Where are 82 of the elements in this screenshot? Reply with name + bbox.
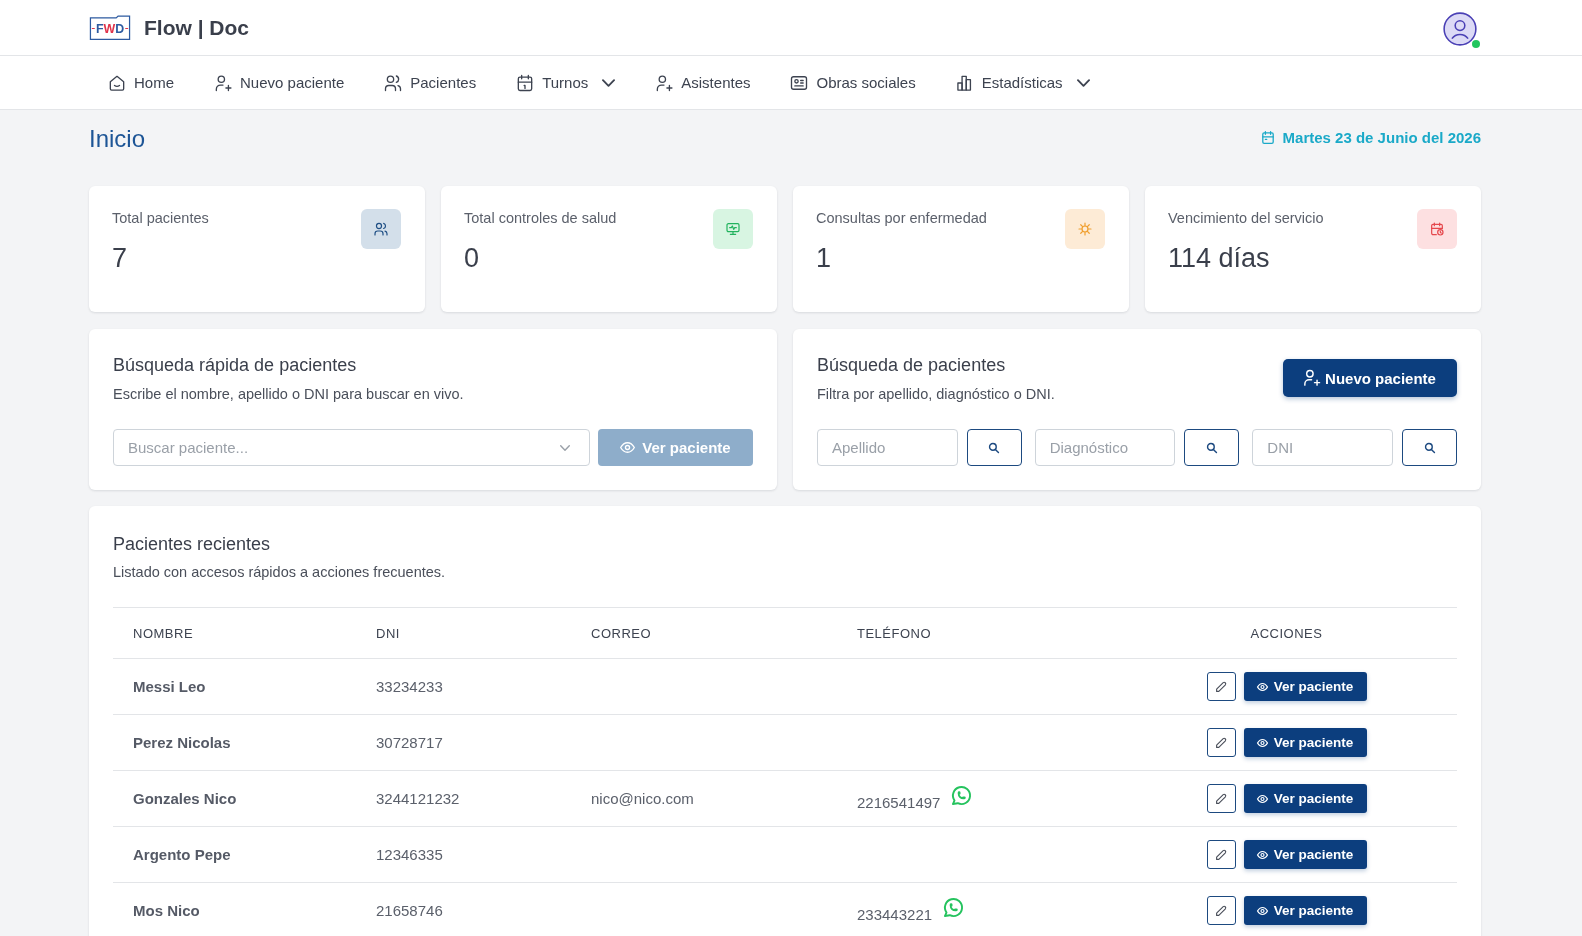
users-icon: [383, 72, 404, 93]
pencil-icon: [1216, 737, 1226, 748]
nav-link[interactable]: Turnos: [515, 72, 616, 93]
edit-button[interactable]: [1206, 840, 1236, 869]
nav-link[interactable]: Obras sociales: [789, 72, 916, 93]
user-plus-icon: [213, 72, 233, 93]
stat-value: 114 días: [1168, 242, 1270, 274]
user-plus-icon: [654, 72, 675, 93]
calendar-icon: [1261, 130, 1274, 144]
nav-link[interactable]: Asistentes: [654, 72, 751, 93]
view-patient-button[interactable]: Ver paciente: [1243, 672, 1367, 701]
search-field[interactable]: Apellido: [817, 429, 958, 466]
patient-name: Argento Pepe: [133, 846, 231, 863]
current-date: Martes 23 de Junio del 2026: [1282, 128, 1481, 146]
search-field[interactable]: Diagnóstico: [1034, 429, 1176, 466]
column-header: DNI: [376, 625, 400, 641]
nav-link[interactable]: Pacientes: [383, 72, 477, 93]
patient-name: Perez Nicolas: [133, 734, 231, 751]
brand-name: Flow | Doc: [144, 15, 250, 40]
patient-name: Gonzales Nico: [133, 790, 237, 807]
search-button[interactable]: [1402, 429, 1457, 466]
stat-label: Total controles de salud: [464, 209, 617, 227]
patient-phone: 2216541497: [857, 792, 941, 812]
patient-email: nico@nico.com: [591, 790, 694, 807]
view-patient-button[interactable]: Ver paciente: [1243, 840, 1367, 869]
eye-icon: [1256, 682, 1268, 691]
search-button[interactable]: [1184, 429, 1240, 466]
edit-button[interactable]: [1206, 728, 1236, 757]
pencil-icon: [1216, 681, 1226, 692]
patient-name: Mos Nico: [133, 902, 200, 919]
stat-value: 1: [816, 242, 832, 274]
card-title: Búsqueda de pacientes: [817, 354, 1007, 377]
nav-link[interactable]: Home: [107, 72, 174, 93]
stat-value: 0: [464, 242, 480, 274]
view-patient-button[interactable]: Ver paciente: [1243, 728, 1367, 757]
patient-name: Messi Leo: [133, 678, 206, 695]
user-avatar-icon[interactable]: [1443, 11, 1477, 46]
user-plus-icon: [1304, 370, 1321, 386]
patient-dni: 21658746: [376, 902, 443, 919]
column-header: TELÉFONO: [857, 625, 932, 641]
search-field[interactable]: DNI: [1252, 429, 1393, 466]
eye-icon: [1256, 906, 1268, 915]
stat-value: 7: [112, 242, 128, 274]
search-button[interactable]: [966, 429, 1022, 466]
patient-select[interactable]: Buscar paciente...: [113, 429, 590, 466]
patient-dni: 12346335: [376, 846, 443, 863]
search-icon: [989, 442, 1000, 453]
edit-button[interactable]: [1206, 896, 1236, 925]
card-subtitle: Listado con accesos rápidos a acciones frecuentes.: [113, 563, 447, 582]
patient-dni: 33234233: [376, 678, 443, 695]
logo: FWD: [89, 14, 131, 41]
card-subtitle: Escribe el nombre, apellido o DNI para buscar en vivo.: [113, 385, 465, 404]
patient-phone: 233443221: [857, 904, 933, 924]
card-title: Pacientes recientes: [113, 533, 272, 556]
pencil-icon: [1216, 905, 1226, 916]
column-header: ACCIONES: [1250, 625, 1323, 641]
patient-dni: 30728717: [376, 734, 443, 751]
eye-icon: [1256, 738, 1268, 747]
stat-label: Consultas por enfermedad: [816, 209, 987, 227]
search-icon: [1206, 442, 1217, 453]
pencil-icon: [1216, 793, 1226, 804]
search-icon: [1424, 442, 1435, 453]
eye-icon: [1256, 850, 1268, 859]
patient-dni: 3244121232: [376, 790, 460, 807]
nav-link[interactable]: Estadísticas: [954, 72, 1090, 93]
view-patient-button[interactable]: Ver paciente: [1243, 784, 1367, 813]
edit-button[interactable]: [1206, 672, 1236, 701]
view-patient-button[interactable]: Ver paciente: [1243, 896, 1367, 925]
eye-icon: [620, 442, 636, 453]
card-subtitle: Filtra por apellido, diagnóstico o DNI.: [817, 385, 1055, 404]
stat-label: Vencimiento del servicio: [1168, 209, 1324, 227]
new-patient-button[interactable]: Nuevo paciente: [1283, 359, 1457, 397]
eye-icon: [1256, 794, 1268, 803]
chevron-down-icon: [560, 445, 570, 451]
edit-button[interactable]: [1206, 784, 1236, 813]
nav-link[interactable]: Nuevo paciente: [213, 72, 345, 93]
column-header: NOMBRE: [133, 625, 194, 641]
stat-label: Total pacientes: [112, 209, 209, 227]
card-title: Búsqueda rápida de pacientes: [113, 354, 358, 377]
column-header: CORREO: [591, 625, 652, 641]
pencil-icon: [1216, 849, 1226, 860]
page-title: Inicio: [89, 124, 146, 154]
